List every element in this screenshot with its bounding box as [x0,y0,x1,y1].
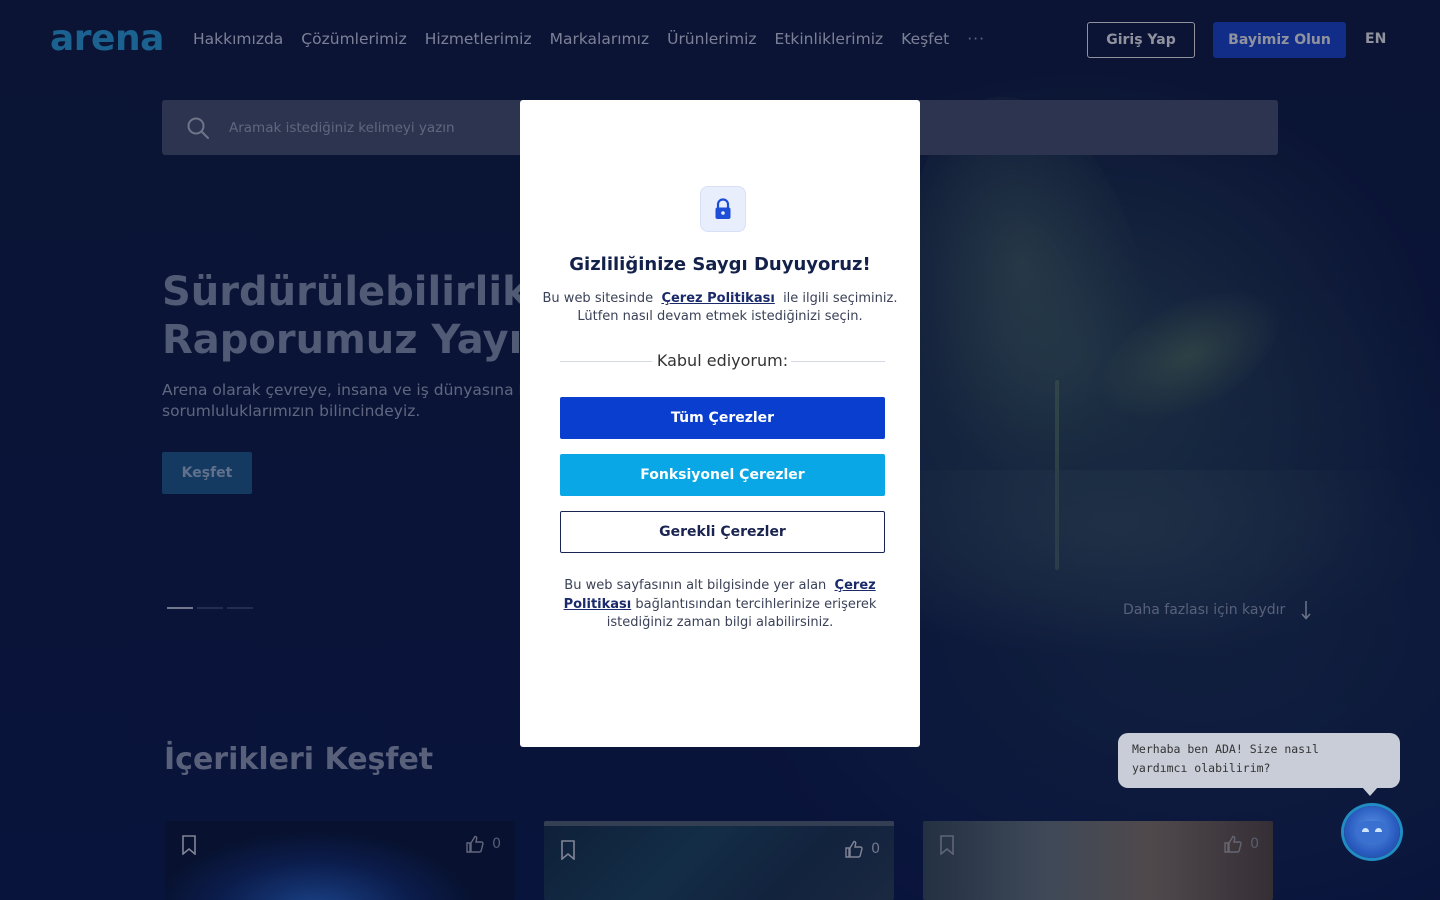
divider-line-right [791,361,885,362]
chatbot-avatar-icon[interactable] [1344,806,1400,858]
cookie-modal-text: Bu web sitesinde Çerez Politikası ile il… [540,290,900,326]
required-cookies-button[interactable]: Gerekli Çerezler [560,511,885,553]
functional-cookies-button[interactable]: Fonksiyonel Çerezler [560,454,885,496]
cookie-consent-modal: Gizliliğinize Saygı Duyuyoruz! Bu web si… [520,100,920,747]
chat-greeting-line-1: Merhaba ben ADA! Size nasıl [1132,742,1319,756]
lock-badge [700,186,746,232]
cookie-policy-link[interactable]: Çerez Politikası [661,291,774,306]
cookie-modal-title: Gizliliğinize Saygı Duyuyoruz! [569,254,871,275]
chat-greeting-bubble[interactable]: Merhaba ben ADA! Size nasıl yardımcı ola… [1118,733,1400,796]
cookie-footer-post: bağlantısından tercihlerinize erişerek i… [606,596,877,631]
chatbot-face [1355,821,1389,843]
cookie-text-line2: Lütfen nasıl devam etmek istediğinizi se… [577,309,863,324]
accept-all-cookies-button[interactable]: Tüm Çerezler [560,397,885,439]
chatbot-eye-right [1375,828,1382,832]
cookie-footer-pre: Bu web sayfasının alt bilgisinde yer ala… [564,578,827,593]
cookie-text-post: ile ilgili seçiminiz. [783,291,898,306]
cookie-text-pre: Bu web sitesinde [542,291,654,306]
lock-icon [715,198,731,219]
chat-greeting-line-2: yardımcı olabilirim? [1132,761,1271,775]
accept-divider: Kabul ediyorum: [560,350,885,372]
chatbot-eye-left [1362,828,1369,832]
cookie-modal-footer-text: Bu web sayfasının alt bilgisinde yer ala… [538,577,902,633]
